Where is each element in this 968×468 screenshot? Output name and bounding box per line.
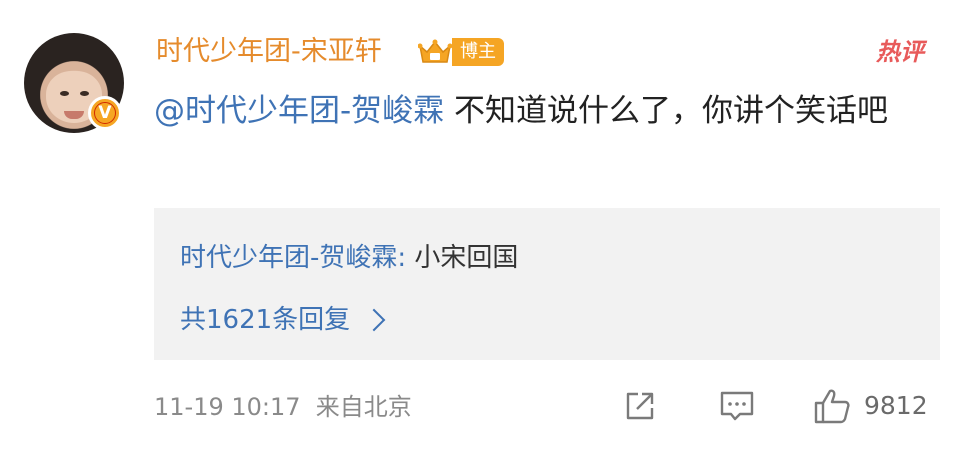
thumbs-up-icon	[814, 389, 850, 424]
reply-author[interactable]: 时代少年团-贺峻霖:	[180, 243, 406, 273]
avatar-right-eye	[80, 91, 89, 96]
comment-text: @时代少年团-贺峻霖 不知道说什么了，你讲个笑话吧	[154, 82, 944, 140]
share-icon	[626, 392, 654, 420]
comment-body: 不知道说什么了，你讲个笑话吧	[444, 93, 889, 129]
comment-card: V 时代少年团-宋亚轩 博主 热评 @时代少年团-贺峻霖 不知道说什么了，你讲个…	[0, 0, 968, 468]
comment-icon	[720, 391, 754, 421]
reply-text: 小宋回国	[406, 243, 519, 273]
like-count: 9812	[864, 391, 928, 420]
reply-line: 时代少年团-贺峻霖: 小宋回国	[180, 240, 518, 276]
verified-badge-icon: V	[88, 96, 122, 130]
hot-comment-tag: 热评	[876, 38, 924, 66]
mention-link[interactable]: @时代少年团-贺峻霖	[154, 93, 444, 129]
comment-meta: 11-19 10:17 来自北京	[154, 389, 412, 425]
reply-preview[interactable]: 时代少年团-贺峻霖: 小宋回国 共1621条回复	[154, 208, 940, 360]
reply-button[interactable]	[718, 386, 760, 426]
crown-icon	[418, 39, 452, 63]
reply-count-label: 共1621条回复	[180, 305, 351, 335]
author-badge: 博主	[452, 38, 504, 66]
verified-badge-letter: V	[98, 103, 112, 123]
avatar-left-eye	[60, 91, 69, 96]
chevron-right-icon	[362, 308, 386, 332]
share-button[interactable]	[622, 386, 662, 426]
username[interactable]: 时代少年团-宋亚轩	[156, 34, 382, 70]
like-button[interactable]: 9812	[812, 386, 928, 426]
timestamp: 11-19 10:17	[154, 393, 301, 421]
source-location: 来自北京	[315, 393, 412, 421]
view-replies-link[interactable]: 共1621条回复	[180, 302, 386, 338]
